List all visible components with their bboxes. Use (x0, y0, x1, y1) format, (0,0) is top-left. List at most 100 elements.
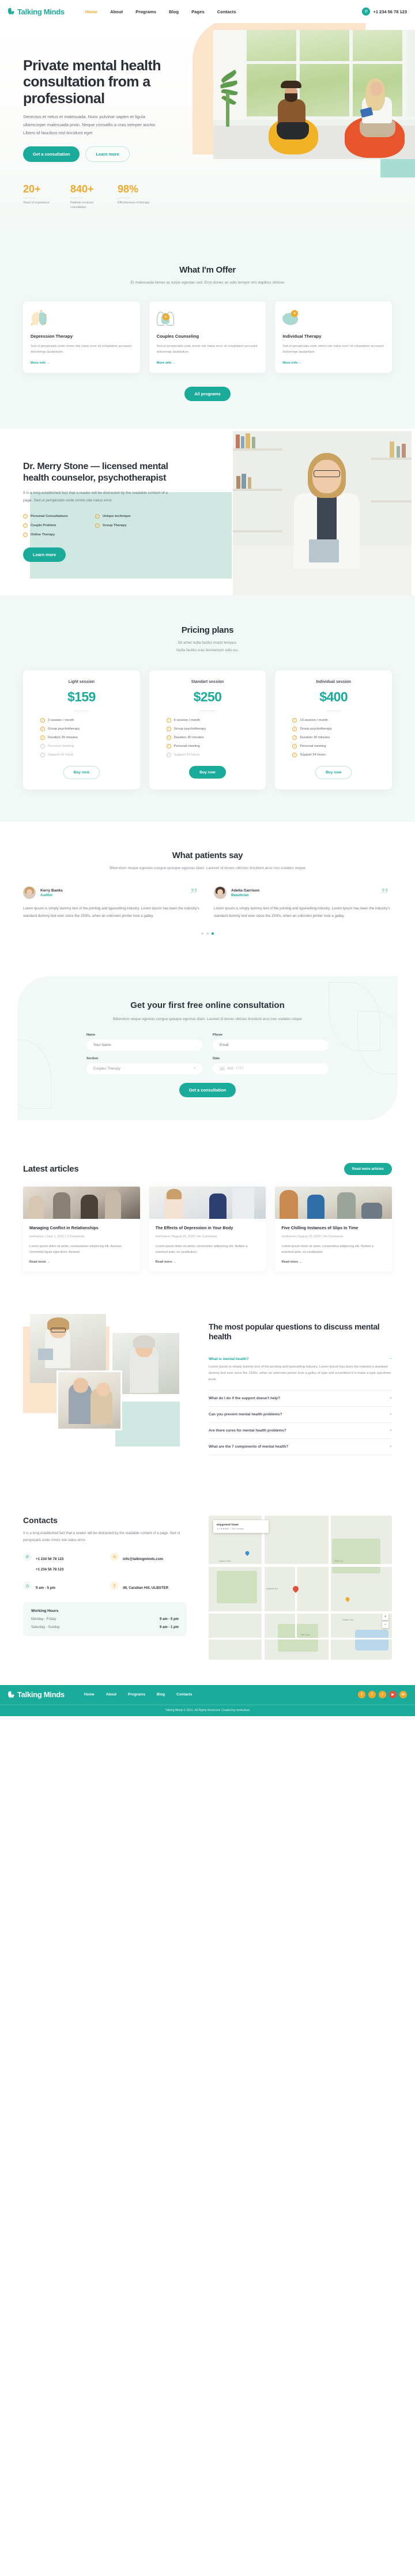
offer-card-couples[interactable]: + Couples Counseling Sed ut perspiciatis… (149, 301, 266, 373)
article-excerpt: Lorem ipsum dolor sit amet, consectetuer… (29, 1244, 122, 1254)
footer-nav-blog[interactable]: Blog (157, 1693, 165, 1697)
hours-day: Monday - Friday (31, 1618, 56, 1622)
footer-nav-home[interactable]: Home (84, 1693, 95, 1697)
contact-email[interactable]: ✉ info@talkingminds.com (110, 1553, 197, 1573)
all-programs-button[interactable]: All programs (184, 387, 231, 402)
stat-value: 98% (118, 183, 139, 195)
facebook-icon[interactable]: f (358, 1691, 365, 1699)
map-pin-icon[interactable] (345, 1596, 350, 1602)
stat-item: 840+ Patients received consultation (70, 184, 103, 210)
read-more-articles-button[interactable]: Read more articles (344, 1162, 392, 1175)
nav-item-pages[interactable]: Pages (191, 9, 205, 14)
get-consultation-button[interactable]: Get a consultation (23, 146, 80, 162)
article-read-more-link[interactable]: Read more → (156, 1260, 260, 1264)
faq-question: What is mental health? (209, 1357, 249, 1361)
carousel-dot[interactable] (206, 932, 209, 935)
nav-item-contacts[interactable]: Contacts (217, 9, 236, 14)
chevron-down-icon: ▾ (194, 1067, 195, 1071)
doctor-section: Dr. Merry Stone — licensed mental health… (0, 429, 415, 595)
cta-desc: Bibendum neque egestas congue quisque eg… (113, 1017, 302, 1022)
offer-card-depression[interactable]: ✦ ✦ ✦ ✦ Depression Therapy Sed ut perspi… (23, 301, 140, 373)
buy-now-button[interactable]: Buy now (189, 766, 226, 779)
main-nav: Home About Programs Blog Pages Contacts (85, 9, 236, 14)
offer-card-link[interactable]: More info → (282, 361, 384, 365)
offer-card-link[interactable]: More info → (31, 361, 133, 365)
offer-header: What I'm Offer Et malesuada fames ac tur… (23, 265, 392, 286)
faq-title: The most popular questions to discuss me… (209, 1321, 380, 1342)
map-label: Oldfield Rd (266, 1587, 278, 1590)
plan-feature: ✓ Support 24 hours (292, 752, 326, 757)
nav-item-home[interactable]: Home (85, 9, 97, 14)
faq-item[interactable]: Can you prevent mental health problems? … (209, 1407, 392, 1423)
quote-icon: ” (381, 885, 388, 902)
cta-submit-button[interactable]: Get a consultation (179, 1082, 236, 1097)
faq-item[interactable]: Are there cures for mental health proble… (209, 1423, 392, 1439)
nav-item-about[interactable]: About (110, 9, 123, 14)
nav-item-blog[interactable]: Blog (169, 9, 179, 14)
contact-address[interactable]: ⚲ 49, Caratlan Hill, ULBSTER (110, 1581, 197, 1592)
pricing-header: Pricing plans Sit amet nulla facilisi mo… (23, 625, 392, 654)
check-icon: ✓ (23, 532, 28, 537)
faq-answer: Lorem Ipsum is simply dummy text of the … (209, 1364, 392, 1391)
footer-logo[interactable]: Talking Minds (7, 1690, 65, 1699)
map-pin-icon[interactable] (244, 1550, 250, 1556)
buy-now-button[interactable]: Buy now (315, 765, 352, 779)
map-zoom-out-button[interactable]: − (382, 1621, 388, 1628)
instagram-icon[interactable]: i (379, 1691, 386, 1699)
check-icon: ✓ (40, 726, 45, 731)
footer-nav-contacts[interactable]: Contacts (176, 1693, 192, 1697)
phone-input[interactable] (213, 1039, 329, 1051)
contact-phone[interactable]: ✆ +1 234 56 78 123 +1 234 56 78 123 (23, 1553, 110, 1573)
date-input[interactable]: ДД . ММ . ГГГГ (213, 1063, 329, 1074)
article-card[interactable]: Five Chilling Instances of Slips In Time… (275, 1186, 393, 1271)
offer-footer: All programs (23, 387, 392, 402)
articles-header: Latest articles Read more articles (23, 1162, 392, 1175)
faq-item-open[interactable]: What is mental health? − (209, 1351, 392, 1364)
pricing-card-light[interactable]: Light session $159 ✓ 3 session / month ✓ G… (23, 670, 140, 790)
pricing-card-individual[interactable]: Individual session $400 ✓ 10 session / mo… (275, 670, 393, 790)
youtube-icon[interactable]: ▶ (389, 1691, 397, 1699)
carousel-dot[interactable] (201, 932, 203, 935)
buy-now-button[interactable]: Buy now (63, 765, 100, 779)
hero-title: Private mental health consultation from … (23, 58, 161, 107)
offer-card-link[interactable]: More info → (157, 361, 259, 365)
clock-icon: ◷ (23, 1581, 32, 1591)
map-zoom-in-button[interactable]: + (382, 1613, 388, 1620)
article-read-more-link[interactable]: Read more → (29, 1260, 134, 1264)
faq-question: What are the 7 components of mental heal… (209, 1444, 289, 1449)
site-logo[interactable]: Talking Minds (7, 7, 65, 16)
offer-title: What I'm Offer (179, 265, 236, 275)
header-phone[interactable]: ✆ +1 234 56 78 123 (362, 7, 407, 16)
carousel-dot-active[interactable] (212, 932, 214, 935)
article-card[interactable]: The Effects of Depression in Your Body m… (149, 1186, 266, 1271)
article-read-more-link[interactable]: Read more → (281, 1260, 386, 1264)
map-pin-icon[interactable] (291, 1584, 300, 1593)
footer-nav-about[interactable]: About (106, 1693, 116, 1697)
map-place-card[interactable]: Haygreend Tower 4.4 ★★★★☆ 183 reviews (213, 1520, 269, 1533)
stat-label: Effectiveness of therapy (118, 201, 150, 205)
name-input[interactable] (86, 1039, 202, 1051)
phone-icon: ✆ (362, 7, 371, 16)
faq-item[interactable]: What do I do if the support doesn't help… (209, 1391, 392, 1407)
offer-card-individual[interactable]: + Individual Therapy Sed ut perspiciatis… (275, 301, 393, 373)
two-heads-icon: + (156, 310, 174, 327)
footer-nav-programs[interactable]: Programs (128, 1693, 145, 1697)
faq-item[interactable]: What are the 7 components of mental heal… (209, 1439, 392, 1455)
article-card[interactable]: Managing Conflict in Relationships merku… (23, 1186, 140, 1271)
leaf-decor-icon (17, 1039, 52, 1109)
linkedin-icon[interactable]: in (399, 1691, 407, 1699)
pricing-card-standart[interactable]: Standart session $250 ✓ 6 session / month… (149, 670, 266, 790)
footer-brand-name: Talking Minds (17, 1690, 65, 1699)
doctor-learn-more-button[interactable]: Learn more (23, 547, 66, 562)
section-select[interactable]: Couples Therapy ▾ (86, 1063, 202, 1074)
plan-name: Standart session (191, 679, 224, 684)
contact-address-value: 49, Caratlan Hill, ULBSTER (123, 1586, 169, 1591)
quote-icon: ” (190, 885, 198, 902)
twitter-icon[interactable]: t (368, 1691, 376, 1699)
contacts-map[interactable]: Hayes Park Oldfield Rd North St Mill Lan… (209, 1515, 392, 1660)
footer-social: f t i ▶ in (358, 1691, 407, 1699)
working-hours-row: Monday - Friday 9 am - 5 pm (31, 1618, 179, 1621)
check-icon: ✓ (292, 752, 297, 757)
learn-more-button[interactable]: Learn more (85, 146, 130, 162)
nav-item-programs[interactable]: Programs (135, 9, 156, 14)
